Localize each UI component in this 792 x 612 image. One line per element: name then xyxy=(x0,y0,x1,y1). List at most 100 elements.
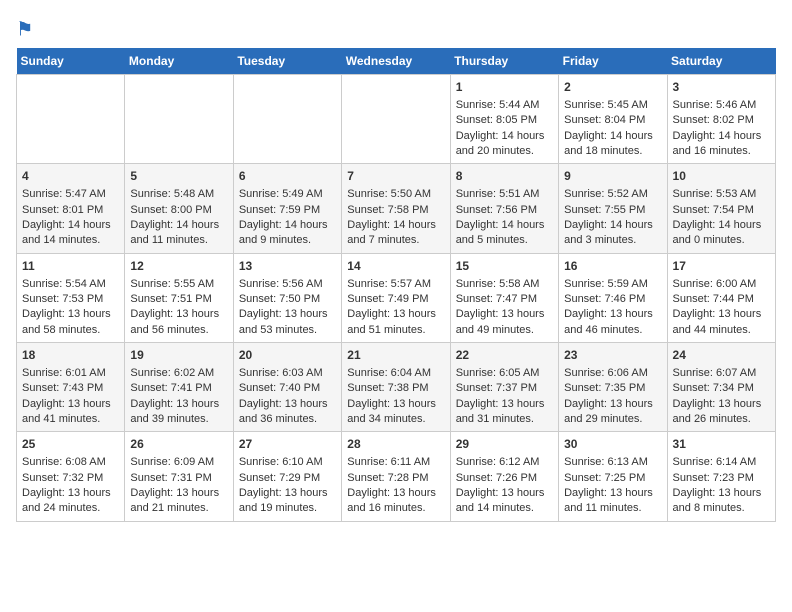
day-cell: 22Sunrise: 6:05 AMSunset: 7:37 PMDayligh… xyxy=(450,343,558,432)
day-cell: 11Sunrise: 5:54 AMSunset: 7:53 PMDayligh… xyxy=(17,253,125,342)
sunset-info: Sunset: 8:02 PM xyxy=(673,114,754,126)
day-cell xyxy=(17,75,125,164)
day-cell xyxy=(233,75,341,164)
sunset-info: Sunset: 7:31 PM xyxy=(130,472,211,484)
day-cell: 24Sunrise: 6:07 AMSunset: 7:34 PMDayligh… xyxy=(667,343,775,432)
day-number: 6 xyxy=(239,168,336,185)
daylight-hours: Daylight: 13 hours and 39 minutes. xyxy=(130,398,219,425)
day-cell: 17Sunrise: 6:00 AMSunset: 7:44 PMDayligh… xyxy=(667,253,775,342)
day-cell: 14 Sunrise: 5:57 AM Sunset: 7:49 PM Dayligh… xyxy=(342,253,450,342)
day-cell: 7Sunrise: 5:50 AMSunset: 7:58 PMDaylight… xyxy=(342,164,450,253)
day-cell: 16Sunrise: 5:59 AMSunset: 7:46 PMDayligh… xyxy=(559,253,667,342)
sunset-info: Sunset: 7:28 PM xyxy=(347,472,428,484)
sunrise-info: Sunrise: 6:07 AM xyxy=(673,367,757,379)
sunset-info: Sunset: 7:50 PM xyxy=(239,293,320,305)
day-cell: 15Sunrise: 5:58 AMSunset: 7:47 PMDayligh… xyxy=(450,253,558,342)
day-cell: 12Sunrise: 5:55 AMSunset: 7:51 PMDayligh… xyxy=(125,253,233,342)
sunrise-info: Sunrise: 5:59 AM xyxy=(564,278,648,290)
sunset-info: Sunset: 7:49 PM xyxy=(347,293,428,305)
day-number: 19 xyxy=(130,347,227,364)
page-header: ⚑ xyxy=(16,16,776,44)
day-number: 20 xyxy=(239,347,336,364)
sunrise-info: Sunrise: 6:02 AM xyxy=(130,367,214,379)
sunrise-info: Sunrise: 6:14 AM xyxy=(673,456,757,468)
day-header-thursday: Thursday xyxy=(450,48,558,75)
sunset-info: Sunset: 8:05 PM xyxy=(456,114,537,126)
day-number: 13 xyxy=(239,258,336,275)
week-row-2: 4 Sunrise: 5:47 AM Sunset: 8:01 PM Daylight… xyxy=(17,164,776,253)
day-number: 30 xyxy=(564,436,661,453)
week-row-1: 1Sunrise: 5:44 AMSunset: 8:05 PMDaylight… xyxy=(17,75,776,164)
day-number: 31 xyxy=(673,436,770,453)
sunrise-info: Sunrise: 5:45 AM xyxy=(564,99,648,111)
day-number: 2 xyxy=(564,79,661,96)
day-cell: 5Sunrise: 5:48 AMSunset: 8:00 PMDaylight… xyxy=(125,164,233,253)
day-number: 10 xyxy=(673,168,770,185)
day-number: 14 xyxy=(347,258,444,275)
sunset-info: Sunset: 7:40 PM xyxy=(239,382,320,394)
sunset-info: Sunset: 7:37 PM xyxy=(456,382,537,394)
sunrise-info: Sunrise: 5:50 AM xyxy=(347,188,431,200)
day-number: 29 xyxy=(456,436,553,453)
sunrise-info: Sunrise: 6:04 AM xyxy=(347,367,431,379)
day-number: 17 xyxy=(673,258,770,275)
day-cell: 26Sunrise: 6:09 AMSunset: 7:31 PMDayligh… xyxy=(125,432,233,521)
daylight-hours: Daylight: 14 hours and 18 minutes. xyxy=(564,130,653,157)
daylight-hours: Daylight: 13 hours and 51 minutes. xyxy=(347,308,436,335)
daylight-hours: Daylight: 14 hours and 7 minutes. xyxy=(347,219,436,246)
day-cell: 9Sunrise: 5:52 AMSunset: 7:55 PMDaylight… xyxy=(559,164,667,253)
daylight-hours: Daylight: 13 hours and 14 minutes. xyxy=(456,487,545,514)
daylight-hours: Daylight: 14 hours and 11 minutes. xyxy=(130,219,219,246)
daylight-hours: Daylight: 14 hours and 3 minutes. xyxy=(564,219,653,246)
sunrise-info: Sunrise: 5:52 AM xyxy=(564,188,648,200)
sunrise-info: Sunrise: 5:48 AM xyxy=(130,188,214,200)
day-number: 21 xyxy=(347,347,444,364)
logo: ⚑ xyxy=(16,16,48,44)
daylight-hours: Daylight: 13 hours and 8 minutes. xyxy=(673,487,762,514)
day-number: 4 xyxy=(22,168,119,185)
day-number: 7 xyxy=(347,168,444,185)
sunset-info: Sunset: 7:46 PM xyxy=(564,293,645,305)
sunset-info: Sunset: 7:44 PM xyxy=(673,293,754,305)
daylight-hours: Daylight: 14 hours and 20 minutes. xyxy=(456,130,545,157)
sunrise-info: Sunrise: 6:00 AM xyxy=(673,278,757,290)
sunrise-info: Sunrise: 6:13 AM xyxy=(564,456,648,468)
daylight-hours: Daylight: 13 hours and 53 minutes. xyxy=(239,308,328,335)
sunrise-info: Sunrise: 5:58 AM xyxy=(456,278,540,290)
sunrise-info: Sunrise: 5:47 AM xyxy=(22,188,106,200)
day-cell: 13 Sunrise: 5:56 AM Sunset: 7:50 PM Dayligh… xyxy=(233,253,341,342)
day-number: 1 xyxy=(456,79,553,96)
sunrise-info: Sunrise: 5:57 AM xyxy=(347,278,431,290)
sunrise-info: Sunrise: 6:03 AM xyxy=(239,367,323,379)
daylight-hours: Daylight: 13 hours and 11 minutes. xyxy=(564,487,653,514)
sunset-info: Sunset: 7:29 PM xyxy=(239,472,320,484)
sunset-info: Sunset: 7:26 PM xyxy=(456,472,537,484)
day-cell: 2 Sunrise: 5:45 AM Sunset: 8:04 PM Daylight… xyxy=(559,75,667,164)
day-number: 28 xyxy=(347,436,444,453)
sunrise-info: Sunrise: 5:56 AM xyxy=(239,278,323,290)
sunset-info: Sunset: 7:54 PM xyxy=(673,204,754,216)
daylight-hours: Daylight: 14 hours and 0 minutes. xyxy=(673,219,762,246)
sunset-info: Sunset: 8:04 PM xyxy=(564,114,645,126)
day-cell: 8Sunrise: 5:51 AMSunset: 7:56 PMDaylight… xyxy=(450,164,558,253)
day-number: 11 xyxy=(22,258,119,275)
sunset-info: Sunset: 7:25 PM xyxy=(564,472,645,484)
day-cell xyxy=(342,75,450,164)
day-number: 24 xyxy=(673,347,770,364)
sunset-info: Sunset: 8:01 PM xyxy=(22,204,103,216)
day-cell: 18Sunrise: 6:01 AMSunset: 7:43 PMDayligh… xyxy=(17,343,125,432)
sunset-info: Sunset: 7:32 PM xyxy=(22,472,103,484)
sunrise-info: Sunrise: 6:10 AM xyxy=(239,456,323,468)
week-row-3: 11Sunrise: 5:54 AMSunset: 7:53 PMDayligh… xyxy=(17,253,776,342)
day-header-sunday: Sunday xyxy=(17,48,125,75)
day-cell: 4Sunrise: 5:47 AMSunset: 8:01 PMDaylight… xyxy=(17,164,125,253)
calendar-table: SundayMondayTuesdayWednesdayThursdayFrid… xyxy=(16,48,776,522)
daylight-hours: Daylight: 14 hours and 16 minutes. xyxy=(673,130,762,157)
day-cell: 30 Sunrise: 6:13 AM Sunset: 7:25 PM Dayligh… xyxy=(559,432,667,521)
daylight-hours: Daylight: 14 hours and 9 minutes. xyxy=(239,219,328,246)
daylight-hours: Daylight: 13 hours and 31 minutes. xyxy=(456,398,545,425)
sunrise-info: Sunrise: 6:12 AM xyxy=(456,456,540,468)
day-number: 3 xyxy=(673,79,770,96)
day-number: 5 xyxy=(130,168,227,185)
sunrise-info: Sunrise: 5:53 AM xyxy=(673,188,757,200)
